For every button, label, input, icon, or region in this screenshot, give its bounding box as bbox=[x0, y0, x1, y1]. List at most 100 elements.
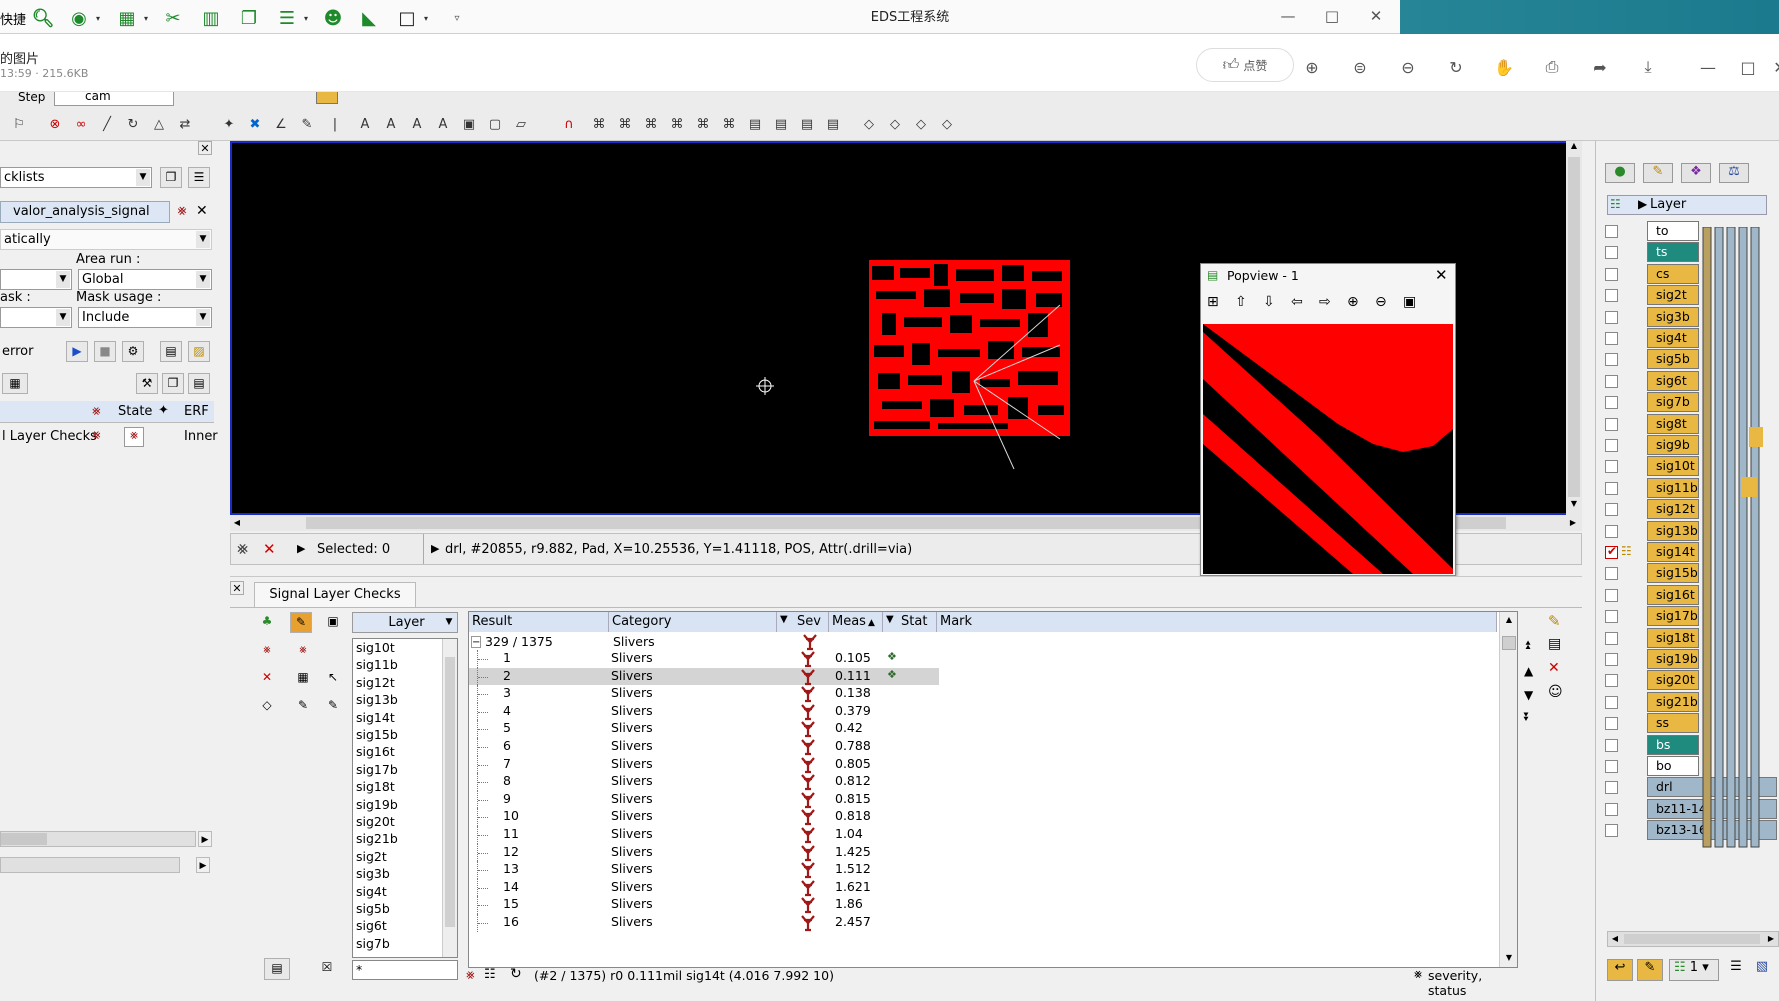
layer-list-item[interactable]: sig18t bbox=[356, 778, 395, 796]
layer-list-item[interactable]: sig13b bbox=[356, 691, 398, 709]
step-combo[interactable]: cam bbox=[54, 92, 174, 106]
tool-edit2-icon[interactable]: ✎ bbox=[322, 696, 344, 717]
grid-scroll-up-icon[interactable]: ▲ bbox=[1502, 612, 1516, 628]
layer-button[interactable]: sig10t bbox=[1647, 456, 1699, 477]
line-icon[interactable]: ╱ bbox=[98, 116, 116, 134]
customize-icon[interactable]: ▿ bbox=[444, 6, 470, 30]
canvas-vscroll-thumb[interactable] bbox=[1568, 157, 1580, 497]
user-icon[interactable]: ☻ bbox=[320, 6, 346, 30]
run-icon[interactable]: ▶ bbox=[66, 341, 88, 362]
layers-tab-globe-icon[interactable]: ● bbox=[1605, 163, 1635, 183]
layer-button[interactable]: sig7b bbox=[1647, 392, 1699, 413]
tool-tree-icon[interactable]: ♣ bbox=[256, 612, 278, 633]
layer-button[interactable]: sig3b bbox=[1647, 306, 1699, 327]
layer-list-item[interactable]: sig21b bbox=[356, 830, 398, 848]
layer-checkbox[interactable] bbox=[1605, 374, 1618, 388]
copy-icon[interactable]: ❐ bbox=[162, 373, 184, 394]
settings-icon[interactable]: ⚙ bbox=[122, 341, 144, 362]
col-meas[interactable]: Meas ▲ bbox=[829, 612, 883, 632]
layer-checkbox[interactable] bbox=[1605, 289, 1618, 303]
tool3-icon[interactable]: ⌘ bbox=[642, 116, 660, 134]
layer-button[interactable]: sig8t bbox=[1647, 413, 1699, 434]
layers-stack-icon[interactable]: ▧ bbox=[1751, 959, 1773, 981]
layer-button[interactable]: bo bbox=[1647, 756, 1699, 776]
popview-camera-icon[interactable]: ▣ bbox=[1403, 294, 1416, 310]
scroll-down-icon[interactable]: ▼ bbox=[1566, 499, 1582, 513]
tool-filter2-icon[interactable]: ⨳ bbox=[292, 640, 314, 661]
text-tool-c-icon[interactable]: A bbox=[408, 116, 426, 134]
table-row[interactable]: 14 Slivers 1.621 bbox=[469, 878, 939, 897]
check-row[interactable]: l Layer Checks ⨳ ⨳ Inner bbox=[0, 425, 218, 449]
film-icon[interactable]: ▥ bbox=[198, 6, 224, 30]
layer-button[interactable]: sig13b bbox=[1647, 520, 1699, 541]
layers-return-icon[interactable]: ↩ bbox=[1607, 959, 1633, 981]
check-row-state-icon[interactable]: ⨳ bbox=[124, 427, 144, 447]
measure-icon[interactable]: ✦ bbox=[220, 116, 238, 134]
mask-usage-combo[interactable]: Include ▼ bbox=[78, 307, 212, 328]
link-icon[interactable]: ∞ bbox=[72, 116, 90, 134]
layer-list-item[interactable]: sig6t bbox=[356, 917, 387, 935]
cross-icon[interactable]: ✖ bbox=[246, 116, 264, 134]
check-close-icon[interactable]: ✕ bbox=[196, 203, 208, 219]
layer-checkbox[interactable] bbox=[1605, 310, 1618, 324]
tool-export-icon[interactable]: ▤ bbox=[264, 958, 290, 980]
layer-checkbox[interactable] bbox=[1605, 460, 1618, 474]
layer-list-item[interactable]: sig4t bbox=[356, 883, 387, 901]
layers-list-icon[interactable]: ☰ bbox=[1725, 959, 1747, 981]
layer-checkbox[interactable] bbox=[1605, 503, 1618, 517]
layer-list-scroll[interactable] bbox=[442, 639, 457, 957]
layers-tab-edit-icon[interactable]: ✎ bbox=[1643, 163, 1673, 183]
popview-up-icon[interactable]: ⇧ bbox=[1235, 294, 1247, 310]
align-icon[interactable]: ⇄ bbox=[176, 116, 194, 134]
layer-list-item[interactable]: sig10t bbox=[356, 639, 395, 657]
text-tool-d-icon[interactable]: A bbox=[434, 116, 452, 134]
zoom-in-icon[interactable]: ⊕ bbox=[1297, 52, 1327, 82]
layer-checkbox[interactable] bbox=[1605, 610, 1618, 624]
zoom-out-icon[interactable]: ⊖ bbox=[1393, 52, 1423, 82]
layers-page-combo[interactable]: ☷ 1 ▾ bbox=[1669, 959, 1719, 981]
like-button[interactable]: 👍︎ 点赞 bbox=[1196, 48, 1294, 82]
slant-icon[interactable]: ▱ bbox=[512, 116, 530, 134]
layers-edit-icon[interactable]: ✎ bbox=[1637, 959, 1663, 981]
tool9-icon[interactable]: ▤ bbox=[798, 116, 816, 134]
grid-vscroll-thumb[interactable] bbox=[1502, 636, 1516, 650]
tool8-icon[interactable]: ▤ bbox=[772, 116, 790, 134]
rotate-icon[interactable]: ↻ bbox=[1441, 52, 1471, 82]
tool-filter-icon[interactable]: ⨳ bbox=[256, 640, 278, 661]
layer-button[interactable]: sig5b bbox=[1647, 349, 1699, 370]
viewer-minimize-icon[interactable]: — bbox=[1693, 52, 1723, 82]
layer-list-item[interactable]: sig20t bbox=[356, 813, 395, 831]
popview-left-icon[interactable]: ⇦ bbox=[1291, 294, 1303, 310]
layers-scroll-left-icon[interactable]: ◀ bbox=[1608, 932, 1622, 946]
layer-list-item[interactable]: sig5b bbox=[356, 900, 390, 918]
col-mark[interactable]: Mark bbox=[937, 612, 1497, 632]
grid-next-icon[interactable]: ▼ bbox=[1524, 688, 1533, 702]
tool-delete-icon[interactable]: ✕ bbox=[256, 668, 278, 689]
tool12-icon[interactable]: ◇ bbox=[886, 116, 904, 134]
window-icon[interactable]: □ ▾ bbox=[394, 6, 428, 30]
layer-button[interactable]: sig11b bbox=[1647, 477, 1699, 498]
checklists-combo[interactable]: cklists ▼ bbox=[0, 167, 152, 188]
tool13-icon[interactable]: ◇ bbox=[912, 116, 930, 134]
scroll-left-icon[interactable]: ◀ bbox=[230, 515, 244, 531]
layer-button[interactable]: bs bbox=[1647, 734, 1699, 755]
tool7-icon[interactable]: ▤ bbox=[746, 116, 764, 134]
layer-button[interactable]: sig15b bbox=[1647, 563, 1699, 584]
layer-checkbox[interactable] bbox=[1605, 332, 1618, 345]
layer-button[interactable]: sig20t bbox=[1647, 670, 1699, 691]
layer-checkbox[interactable] bbox=[1605, 631, 1618, 645]
layer-checkbox[interactable] bbox=[1605, 353, 1618, 367]
minimize-icon[interactable]: — bbox=[1268, 2, 1308, 30]
popview-window[interactable]: ▤ Popview - 1 ✕ ⊞ ⇧ ⇩ ⇦ ⇨ ⊕ ⊖ ▣ bbox=[1200, 263, 1456, 576]
layer-checkbox[interactable] bbox=[1605, 802, 1618, 816]
grid-person-icon[interactable]: ☺ bbox=[1548, 684, 1563, 700]
edit-icon[interactable]: ✎ bbox=[298, 116, 316, 134]
layer-button[interactable]: ts bbox=[1647, 242, 1699, 263]
layer-checkbox[interactable]: ✔ bbox=[1605, 544, 1618, 559]
grid-remove-icon[interactable]: ✕ bbox=[1548, 660, 1560, 676]
cursor-icon[interactable]: | bbox=[326, 116, 344, 134]
left-hscroll2[interactable] bbox=[0, 857, 180, 873]
mask-combo[interactable]: ▼ bbox=[0, 307, 72, 328]
layer-checkbox[interactable] bbox=[1605, 738, 1618, 752]
layer-button[interactable]: to bbox=[1647, 221, 1699, 241]
